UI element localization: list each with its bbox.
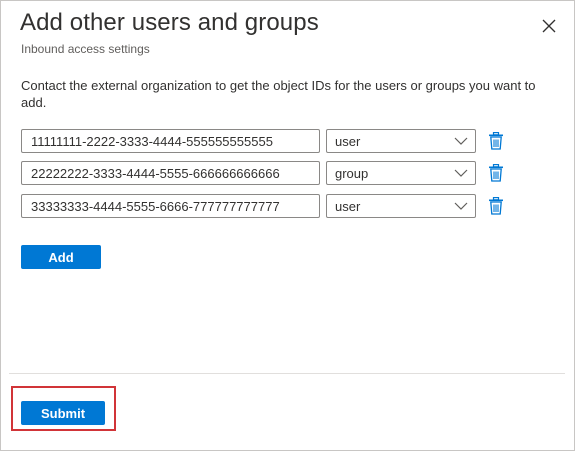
chevron-down-icon — [454, 169, 468, 177]
chevron-down-icon — [454, 202, 468, 210]
add-users-groups-dialog: Add other users and groups Inbound acces… — [0, 0, 575, 451]
object-id-input[interactable] — [21, 129, 320, 153]
add-button[interactable]: Add — [21, 245, 101, 269]
chevron-down-icon — [454, 137, 468, 145]
object-id-input[interactable] — [21, 194, 320, 218]
type-dropdown-value: user — [335, 199, 361, 214]
instructions-text: Contact the external organization to get… — [21, 78, 536, 110]
dialog-subtitle: Inbound access settings — [21, 42, 150, 56]
footer-divider — [9, 373, 565, 374]
type-dropdown[interactable]: user — [326, 129, 476, 153]
trash-icon[interactable] — [488, 132, 504, 150]
type-dropdown-value: group — [335, 166, 369, 181]
close-button[interactable] — [537, 14, 561, 38]
type-dropdown[interactable]: group — [326, 161, 476, 185]
trash-icon[interactable] — [488, 197, 504, 215]
object-id-input[interactable] — [21, 161, 320, 185]
dialog-title: Add other users and groups — [20, 9, 319, 36]
close-icon — [542, 19, 556, 33]
type-dropdown-value: user — [335, 134, 361, 149]
type-dropdown[interactable]: user — [326, 194, 476, 218]
trash-icon[interactable] — [488, 164, 504, 182]
submit-button[interactable]: Submit — [21, 401, 105, 425]
